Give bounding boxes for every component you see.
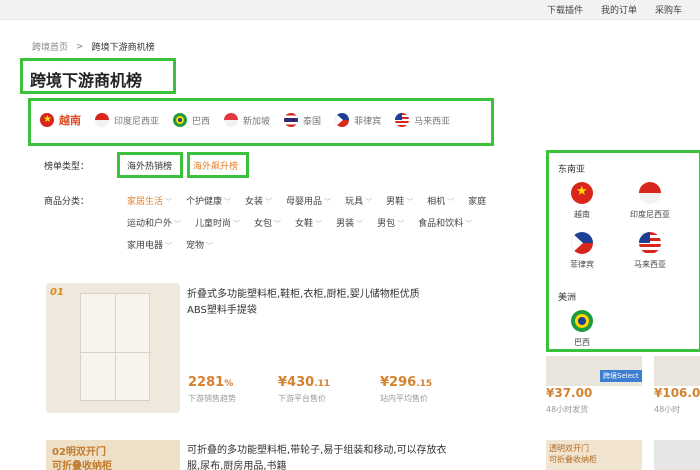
category-mens-shoes[interactable]: 男鞋 ﹀: [386, 194, 413, 207]
sales-trend-stat: 2281% 下游销售趋势: [188, 375, 236, 403]
category-row-3: 家用电器 ﹀ 宠物 ﹀: [127, 238, 213, 251]
breadcrumb: 跨境首页 > 跨境下游商机榜: [32, 40, 155, 54]
product-rank: 01: [50, 287, 64, 298]
side-shipping: 48小时发货: [546, 405, 589, 414]
brazil-flag-icon: [173, 113, 188, 127]
country-tab-singapore[interactable]: 新加坡: [224, 113, 270, 127]
vietnam-flag-icon: ★: [571, 182, 593, 204]
country-tab-philippines[interactable]: 菲律宾: [335, 113, 381, 127]
category-family[interactable]: 家庭: [468, 194, 486, 207]
my-orders-link[interactable]: 我的订单: [601, 3, 637, 16]
malaysia-flag-icon: [395, 113, 410, 127]
page-title: 跨境下游商机榜: [30, 71, 143, 90]
malaysia-flag-icon: [639, 232, 661, 254]
side-product-image[interactable]: 透明双开门 可折叠收纳柜: [546, 440, 642, 470]
platform-price-stat: ¥430.11 下游平台售价: [278, 375, 331, 403]
category-appliances[interactable]: 家用电器 ﹀: [127, 238, 172, 251]
region-item-vietnam[interactable]: ★ 越南: [552, 182, 612, 220]
rank-type-label: 榜单类型：: [44, 162, 90, 172]
country-tab-label: 泰国: [303, 116, 322, 127]
country-tab-malaysia[interactable]: 马来西亚: [395, 113, 450, 127]
brazil-flag-icon: [571, 310, 593, 332]
product-title[interactable]: 可折叠的多功能塑料柜,带轮子,易于组装和移动,可以存放衣服,尿布,厨房用品,书籍: [187, 443, 457, 470]
category-food-drink[interactable]: 食品和饮料 ﹀: [418, 216, 472, 229]
country-tabs: ★ 越南 印度尼西亚 巴西 新加坡 泰国 菲律宾 马来西亚: [40, 112, 450, 128]
philippines-flag-icon: [335, 113, 350, 127]
category-mens-bags[interactable]: 男包 ﹀: [377, 216, 404, 229]
indonesia-flag-icon: [639, 182, 661, 204]
category-sports-outdoor[interactable]: 运动和户外 ﹀: [127, 216, 181, 229]
region-item-malaysia[interactable]: 马来西亚: [620, 232, 680, 270]
category-pets[interactable]: 宠物 ﹀: [186, 238, 213, 251]
category-label: 商品分类：: [44, 197, 90, 207]
category-camera[interactable]: 相机 ﹀: [427, 194, 454, 207]
country-tab-label: 新加坡: [243, 116, 271, 127]
indonesia-flag-icon: [95, 113, 109, 127]
product-image-text: 02明双开门: [52, 447, 106, 458]
region-group-americas: 美洲: [558, 293, 577, 303]
country-tab-indonesia[interactable]: 印度尼西亚: [95, 113, 159, 127]
country-tab-vietnam[interactable]: ★ 越南: [40, 112, 81, 128]
category-womens-shoes[interactable]: 女鞋 ﹀: [295, 216, 322, 229]
side-product-image[interactable]: [654, 356, 700, 386]
select-badge: 跨境Select: [600, 370, 642, 382]
category-kids-fashion[interactable]: 儿童时尚 ﹀: [195, 216, 240, 229]
download-plugin-link[interactable]: 下载插件: [547, 3, 583, 16]
thailand-flag-icon: [284, 113, 299, 127]
side-shipping: 48小时: [654, 405, 681, 414]
rank-type-rising[interactable]: 海外飙升榜: [193, 159, 238, 172]
country-tab-label: 巴西: [192, 116, 211, 127]
category-home-living[interactable]: 家居生活 ﹀: [127, 194, 172, 207]
category-baby[interactable]: 母婴用品 ﹀: [286, 194, 331, 207]
product-image[interactable]: 02明双开门 可折叠收纳柜: [46, 440, 180, 470]
country-tab-label: 越南: [59, 114, 81, 127]
product-title[interactable]: 折叠式多功能塑料柜,鞋柜,衣柜,厨柜,婴儿储物柜优质ABS塑料手提袋: [187, 287, 427, 319]
vietnam-flag-icon: ★: [40, 113, 54, 127]
category-row-1: 家居生活 ﹀ 个护健康 ﹀ 女装 ﹀ 母婴用品 ﹀ 玩具 ﹀ 男鞋 ﹀ 相机 ﹀ 家庭: [127, 194, 486, 207]
country-tab-brazil[interactable]: 巴西: [173, 113, 210, 127]
region-item-philippines[interactable]: 菲律宾: [552, 232, 612, 270]
top-links: 下载插件 我的订单 采购车: [547, 3, 682, 16]
category-row-2: 运动和户外 ﹀ 儿童时尚 ﹀ 女包 ﹀ 女鞋 ﹀ 男装 ﹀ 男包 ﹀ 食品和饮料 ﹀: [127, 216, 472, 229]
category-mens-clothing[interactable]: 男装 ﹀: [336, 216, 363, 229]
side-price: ¥37.00: [546, 386, 593, 400]
country-tab-thailand[interactable]: 泰国: [284, 113, 321, 127]
cabinet-illustration: [80, 293, 151, 402]
rank-type-row: 榜单类型：: [44, 159, 124, 172]
category-womens-clothing[interactable]: 女装 ﹀: [245, 194, 272, 207]
breadcrumb-home[interactable]: 跨境首页: [32, 40, 68, 53]
country-tab-label: 印度尼西亚: [114, 116, 160, 127]
purchase-cart-link[interactable]: 采购车: [655, 3, 682, 16]
site-price-stat: ¥296.15 站内平均售价: [380, 375, 433, 403]
region-item-brazil[interactable]: 巴西: [552, 310, 612, 348]
country-tab-label: 菲律宾: [354, 116, 382, 127]
top-bar: 下载插件 我的订单 采购车: [0, 0, 700, 20]
philippines-flag-icon: [571, 232, 593, 254]
category-toys[interactable]: 玩具 ﹀: [345, 194, 372, 207]
country-tab-label: 马来西亚: [414, 116, 451, 127]
product-image-text: 可折叠收纳柜: [52, 461, 112, 470]
product-image[interactable]: 01: [46, 283, 180, 413]
side-price: ¥106.0: [654, 386, 700, 400]
singapore-flag-icon: [224, 113, 239, 127]
rank-type-hot-sale[interactable]: 海外热销榜: [127, 159, 172, 172]
side-product-image[interactable]: [654, 440, 700, 470]
region-group-southeast-asia: 东南亚: [558, 165, 586, 175]
category-womens-bags[interactable]: 女包 ﹀: [254, 216, 281, 229]
breadcrumb-separator: >: [76, 41, 84, 52]
breadcrumb-current: 跨境下游商机榜: [91, 43, 155, 53]
category-personal-care[interactable]: 个护健康 ﹀: [186, 194, 231, 207]
region-item-indonesia[interactable]: 印度尼西亚: [620, 182, 680, 220]
